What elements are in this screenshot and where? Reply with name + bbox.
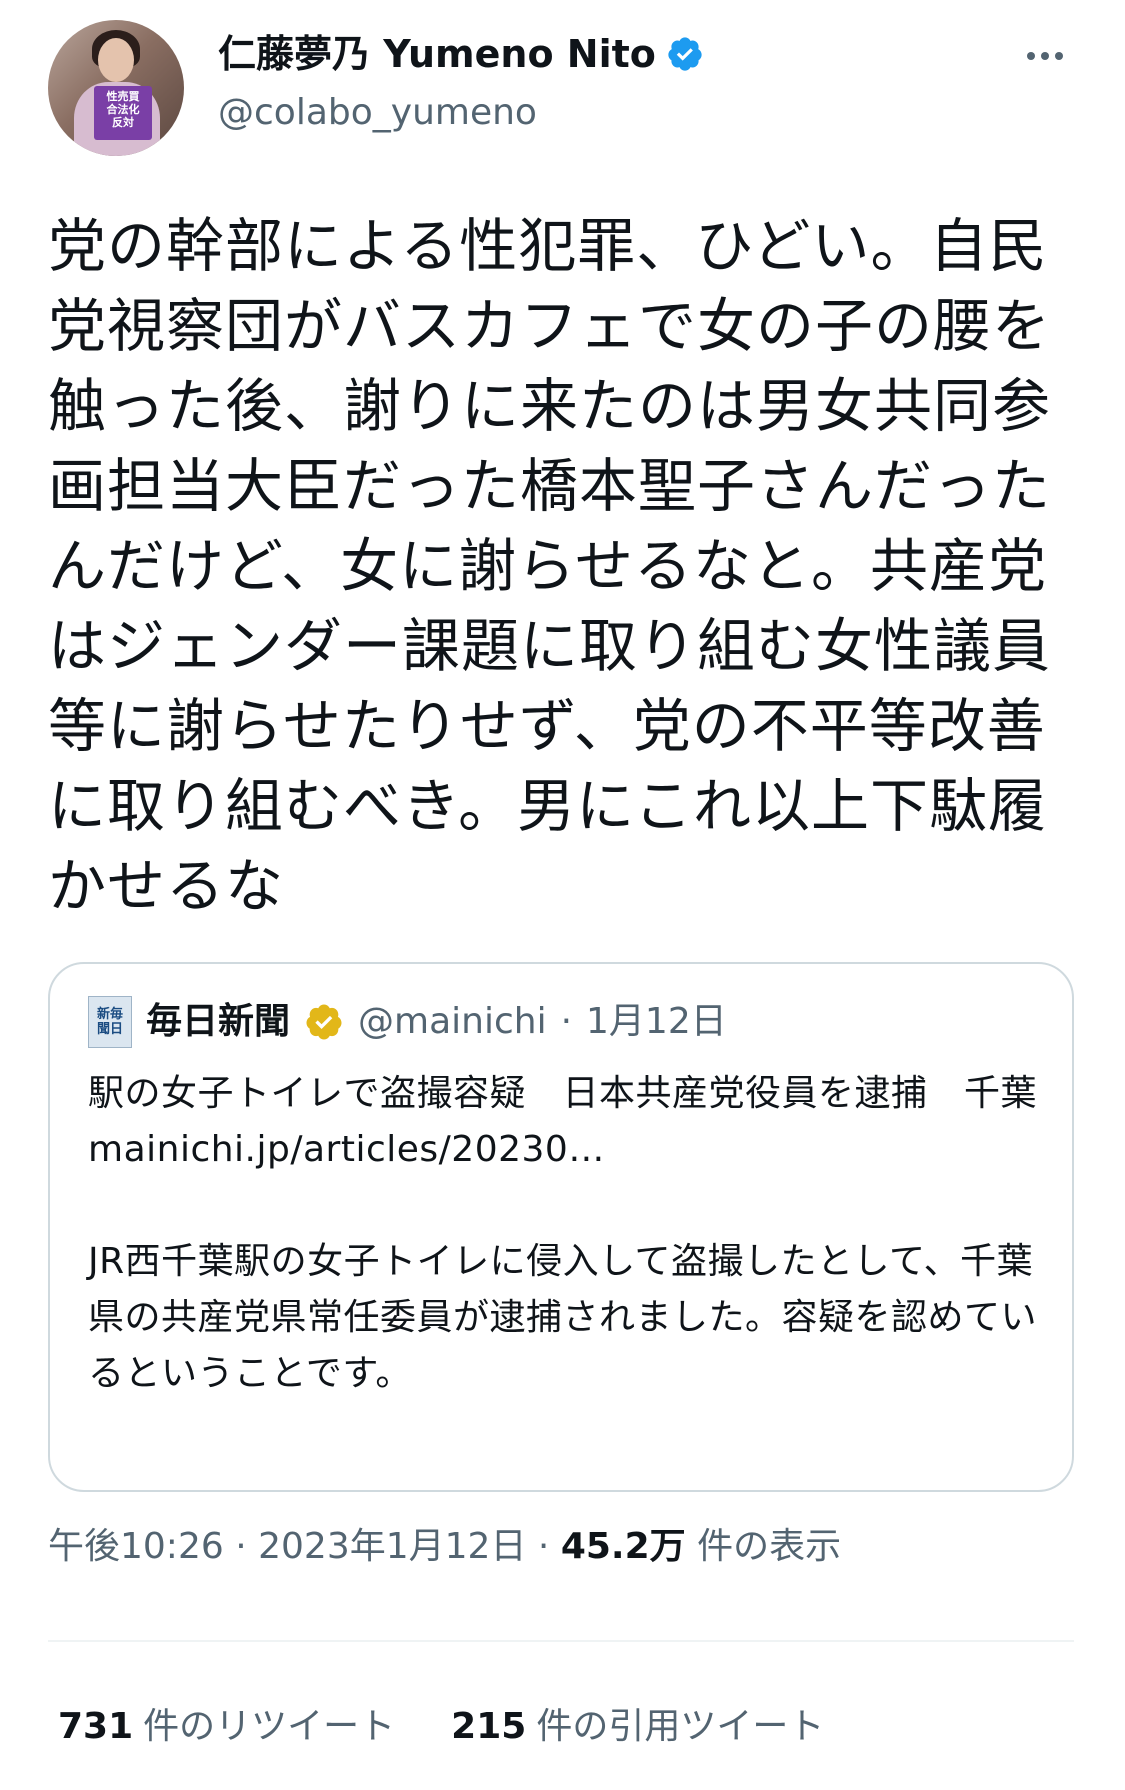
- quotes-label: 件の引用ツイート: [536, 1706, 825, 1747]
- author-handle[interactable]: @colabo_yumeno: [218, 90, 537, 136]
- author-avatar[interactable]: 性売買 合法化 反対: [48, 20, 184, 156]
- author-name-text[interactable]: 仁藤夢乃 Yumeno Nito: [218, 30, 656, 78]
- quoted-link[interactable]: mainichi.jp/articles/20230…: [88, 1122, 1038, 1178]
- logo-line: 聞日: [96, 1022, 123, 1037]
- more-options-icon[interactable]: [1020, 36, 1070, 76]
- quoted-tweet-header: 新毎 聞日 毎日新聞 @mainichi · 1月12日: [88, 996, 727, 1048]
- verified-badge-icon: [668, 37, 702, 71]
- author-display-name[interactable]: 仁藤夢乃 Yumeno Nito: [218, 30, 704, 78]
- views-label: 件の表示: [697, 1526, 842, 1567]
- tweet-text: 党の幹部による性犯罪、ひどい。自民党視察団がバスカフェで女の子の腰を触った後、謝…: [48, 212, 1052, 920]
- avatar-sign-line: 性売買: [106, 90, 140, 103]
- mainichi-logo-icon: 新毎 聞日: [88, 996, 132, 1048]
- meta-separator: ·: [235, 1526, 247, 1567]
- quoted-spacer: [88, 1178, 1038, 1234]
- quoted-author-name: 毎日新聞: [146, 1001, 291, 1042]
- avatar-sign-line: 反対: [112, 116, 134, 129]
- engagement-stats-row: 731 件のリツイート 215 件の引用ツイート: [58, 1704, 824, 1750]
- tweet-time[interactable]: 午後10:26: [48, 1526, 224, 1567]
- quoted-tweet-card[interactable]: 新毎 聞日 毎日新聞 @mainichi · 1月12日 駅の女子トイレで盗撮容…: [48, 962, 1074, 1492]
- verified-org-badge-icon: [306, 1004, 342, 1040]
- meta-separator: ·: [537, 1526, 550, 1567]
- avatar-figure-face: [98, 38, 134, 82]
- retweets-stat[interactable]: 731 件のリツイート: [58, 1704, 395, 1750]
- tweet-date[interactable]: 2023年1月12日: [258, 1526, 526, 1567]
- divider: [48, 1640, 1074, 1642]
- quotes-stat[interactable]: 215 件の引用ツイート: [451, 1704, 824, 1750]
- retweets-label: 件のリツイート: [143, 1706, 396, 1747]
- avatar-sign-line: 合法化: [106, 103, 140, 116]
- quoted-separator: ·: [560, 1001, 573, 1042]
- logo-line: 新毎: [96, 1007, 123, 1022]
- quoted-description: JR西千葉駅の女子トイレに侵入して盗撮したとして、千葉県の共産党県常任委員が逮捕…: [88, 1241, 1038, 1394]
- quoted-author-handle: @mainichi: [358, 1001, 547, 1042]
- retweets-count: 731: [58, 1706, 134, 1747]
- avatar-protest-sign: 性売買 合法化 反対: [94, 86, 152, 140]
- quoted-tweet-body: 駅の女子トイレで盗撮容疑 日本共産党役員を逮捕 千葉 mainichi.jp/a…: [88, 1066, 1038, 1402]
- tweet-detail-page: 性売買 合法化 反対 仁藤夢乃 Yumeno Nito @colabo_yume…: [0, 0, 1125, 1790]
- views-count: 45.2万: [560, 1526, 686, 1567]
- quoted-headline: 駅の女子トイレで盗撮容疑 日本共産党役員を逮捕 千葉: [88, 1073, 1038, 1114]
- quoted-date: 1月12日: [586, 1001, 727, 1042]
- tweet-meta-row: 午後10:26 · 2023年1月12日 · 45.2万 件の表示: [48, 1524, 841, 1570]
- quotes-count: 215: [451, 1706, 527, 1747]
